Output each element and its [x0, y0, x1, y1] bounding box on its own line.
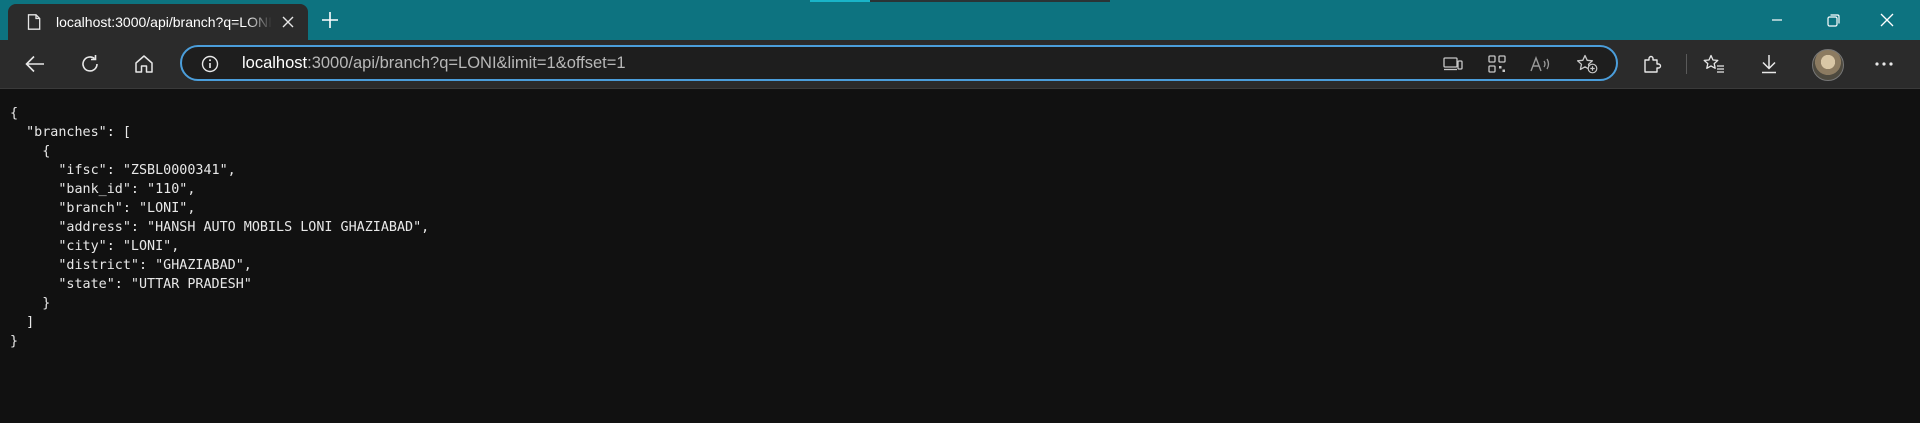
home-icon: [135, 55, 153, 73]
json-line: }: [10, 296, 51, 311]
read-aloud-icon[interactable]: [1528, 52, 1554, 76]
minimize-icon: [1772, 19, 1782, 21]
restore-icon: [1826, 13, 1840, 27]
site-info-icon[interactable]: [200, 54, 220, 74]
json-line: "state": "UTTAR PRADESH": [10, 277, 252, 292]
page-icon: [26, 14, 42, 30]
url-host: localhost: [242, 54, 308, 72]
extensions-button[interactable]: [1634, 48, 1670, 80]
address-bar[interactable]: localhost:3000/api/branch?q=LONI&limit=1…: [180, 45, 1618, 81]
json-line: "address": "HANSH AUTO MOBILS LONI GHAZI…: [10, 220, 430, 235]
title-bar: localhost:3000/api/branch?q=LONI&limit=1…: [0, 0, 1920, 40]
close-tab-icon[interactable]: [274, 8, 302, 36]
json-line: ]: [10, 315, 35, 330]
more-dots-icon: [1875, 62, 1893, 66]
json-line: "branch": "LONI",: [10, 201, 196, 216]
plus-icon: [322, 12, 338, 28]
toolbar: localhost:3000/api/branch?q=LONI&limit=1…: [0, 40, 1920, 89]
json-line: "ifsc": "ZSBL0000341",: [10, 163, 236, 178]
back-arrow-icon: [25, 55, 44, 73]
json-line: "district": "GHAZIABAD",: [10, 258, 252, 273]
restore-button[interactable]: [1810, 0, 1856, 40]
minimize-button[interactable]: [1754, 0, 1800, 40]
download-icon: [1762, 55, 1776, 74]
favorites-button[interactable]: [1696, 48, 1732, 80]
more-options-button[interactable]: [1866, 48, 1902, 80]
url-text[interactable]: localhost:3000/api/branch?q=LONI&limit=1…: [242, 54, 626, 73]
active-tab[interactable]: localhost:3000/api/branch?q=LONI&limit=1…: [8, 4, 308, 40]
downloads-button[interactable]: [1751, 48, 1787, 80]
json-line: {: [10, 106, 19, 121]
favorites-icon: [1703, 54, 1724, 73]
url-path: :3000/api/branch?q=LONI&limit=1&offset=1: [307, 54, 626, 72]
title-accent-dark: [870, 0, 1110, 2]
json-line: "city": "LONI",: [10, 239, 180, 254]
title-accent: [810, 0, 870, 2]
new-tab-button[interactable]: [314, 6, 346, 34]
home-button[interactable]: [126, 48, 162, 80]
app-available-icon[interactable]: [1440, 52, 1466, 76]
close-icon: [1880, 13, 1894, 27]
json-line: }: [10, 334, 19, 349]
tab-title: localhost:3000/api/branch?q=LONI&limit=1…: [56, 14, 272, 30]
close-window-button[interactable]: [1864, 0, 1910, 40]
refresh-icon: [82, 55, 98, 72]
toolbar-separator: [1686, 54, 1687, 74]
add-favorite-icon[interactable]: [1574, 52, 1600, 76]
qr-code-icon[interactable]: [1484, 52, 1510, 76]
json-line: "bank_id": "110",: [10, 182, 196, 197]
json-line: {: [10, 144, 51, 159]
profile-avatar[interactable]: [1812, 49, 1844, 81]
back-button[interactable]: [17, 48, 53, 80]
json-response: { "branches": [ { "ifsc": "ZSBL0000341",…: [10, 104, 429, 351]
refresh-button[interactable]: [72, 48, 108, 80]
puzzle-icon: [1644, 55, 1662, 73]
json-line: "branches": [: [10, 125, 131, 140]
